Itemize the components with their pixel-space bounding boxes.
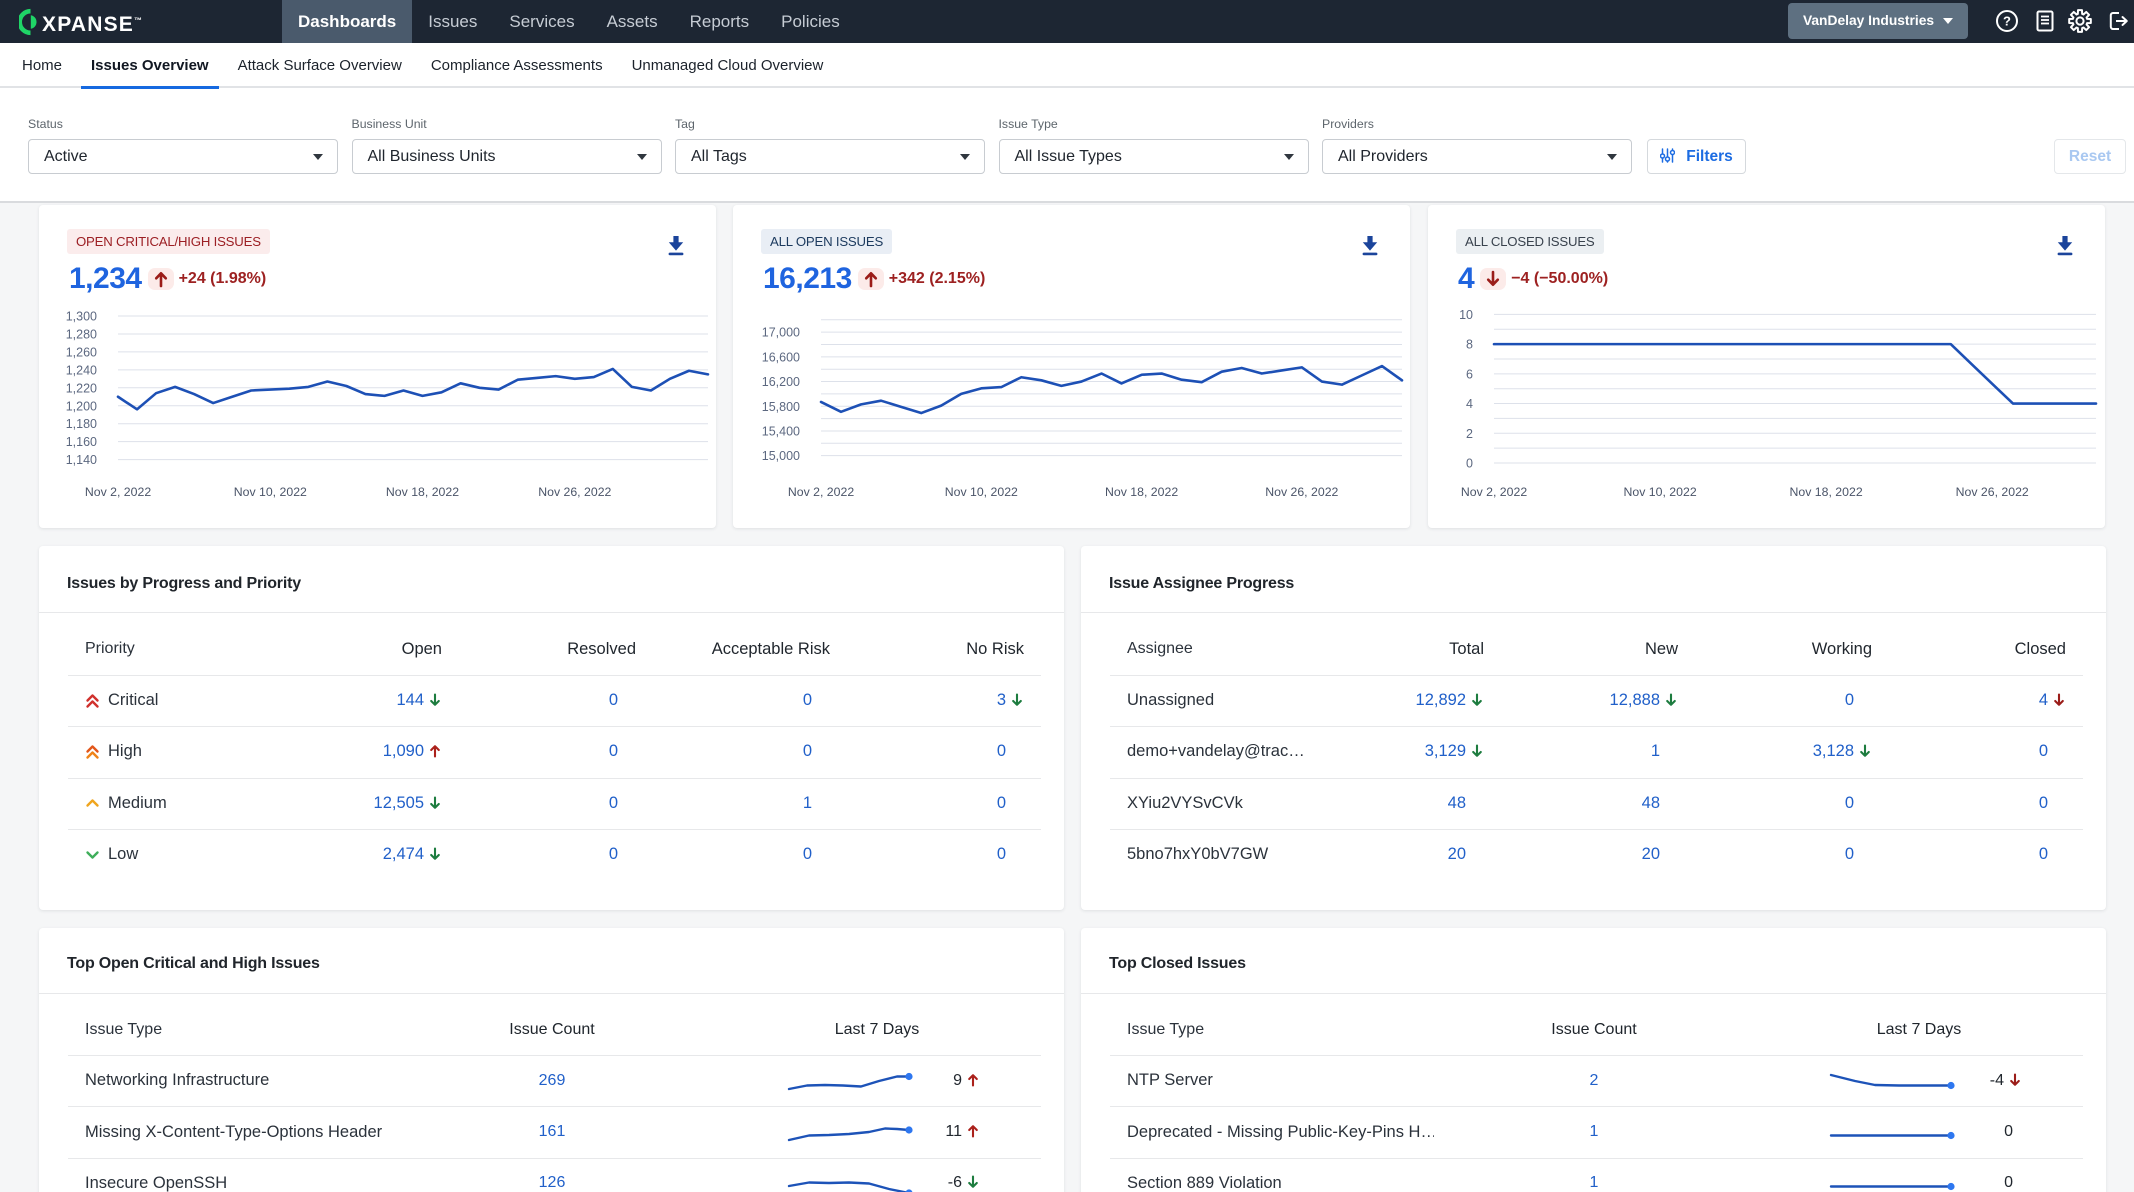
svg-text:Nov 2, 2022: Nov 2, 2022: [85, 485, 151, 499]
svg-text:15,400: 15,400: [762, 424, 800, 438]
svg-text:8: 8: [1466, 338, 1473, 352]
svg-text:Nov 18, 2022: Nov 18, 2022: [1105, 485, 1178, 499]
svg-text:4: 4: [1466, 397, 1473, 411]
svg-text:1,200: 1,200: [66, 399, 97, 413]
svg-text:Nov 18, 2022: Nov 18, 2022: [386, 485, 459, 499]
svg-text:Nov 10, 2022: Nov 10, 2022: [234, 485, 307, 499]
svg-text:1,160: 1,160: [66, 435, 97, 449]
svg-text:1,260: 1,260: [66, 345, 97, 359]
svg-text:Nov 10, 2022: Nov 10, 2022: [945, 485, 1018, 499]
svg-text:1,240: 1,240: [66, 363, 97, 377]
svg-text:1,220: 1,220: [66, 381, 97, 395]
svg-text:Nov 2, 2022: Nov 2, 2022: [1461, 485, 1527, 499]
svg-text:1,280: 1,280: [66, 327, 97, 341]
svg-text:2: 2: [1466, 427, 1473, 441]
svg-text:Nov 10, 2022: Nov 10, 2022: [1624, 485, 1697, 499]
svg-text:10: 10: [1459, 308, 1473, 322]
svg-text:16,600: 16,600: [762, 350, 800, 364]
svg-text:1,180: 1,180: [66, 417, 97, 431]
svg-text:17,000: 17,000: [762, 326, 800, 340]
svg-text:?: ?: [2003, 14, 2011, 29]
svg-text:Nov 26, 2022: Nov 26, 2022: [1956, 485, 2029, 499]
svg-text:0: 0: [1466, 457, 1473, 471]
svg-text:Nov 18, 2022: Nov 18, 2022: [1790, 485, 1863, 499]
svg-text:6: 6: [1466, 367, 1473, 381]
svg-text:Nov 26, 2022: Nov 26, 2022: [1265, 485, 1338, 499]
svg-text:1,140: 1,140: [66, 453, 97, 467]
svg-text:15,800: 15,800: [762, 400, 800, 414]
svg-text:16,200: 16,200: [762, 375, 800, 389]
svg-text:Nov 26, 2022: Nov 26, 2022: [538, 485, 611, 499]
svg-text:15,000: 15,000: [762, 449, 800, 463]
svg-text:1,300: 1,300: [66, 310, 97, 324]
svg-text:Nov 2, 2022: Nov 2, 2022: [788, 485, 854, 499]
